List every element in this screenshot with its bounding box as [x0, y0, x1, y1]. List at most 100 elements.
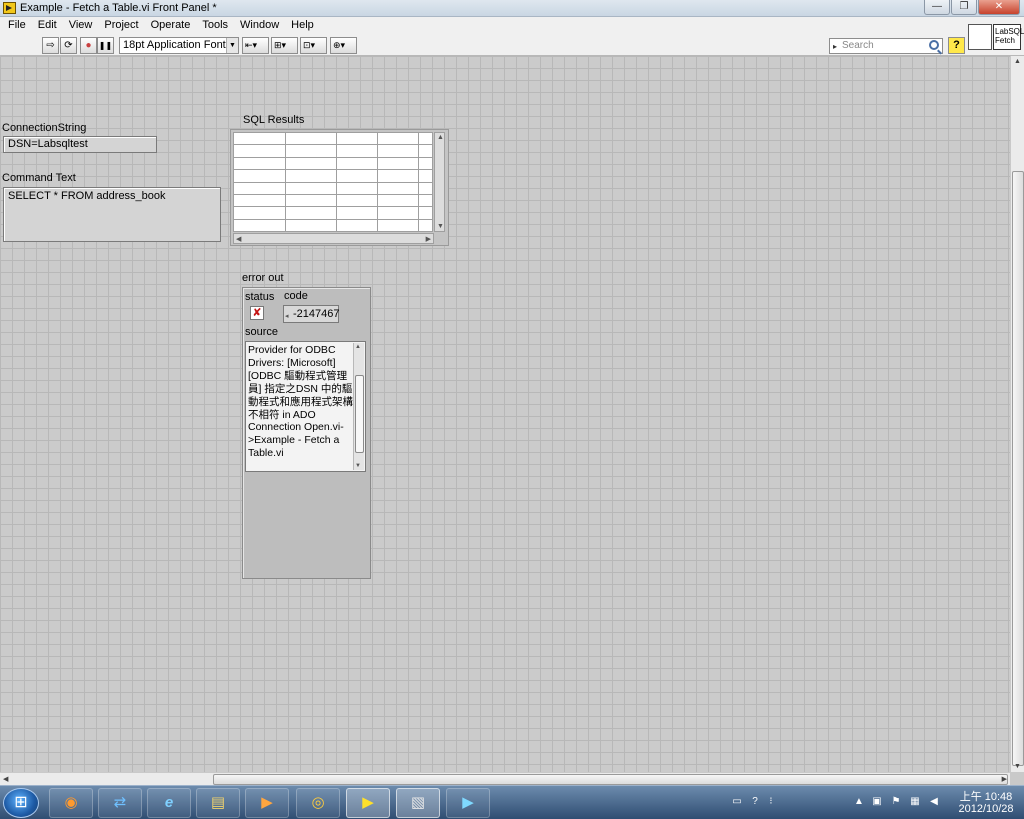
network-icon[interactable]: ▦ [909, 796, 921, 808]
status-label: status [245, 291, 274, 303]
scroll-up-icon[interactable]: ▲ [355, 344, 361, 350]
menu-tools[interactable]: Tools [196, 17, 234, 35]
command-text-label: Command Text [2, 172, 76, 184]
source-scrollbar[interactable]: ▲ ▼ [353, 343, 364, 470]
scroll-left-icon[interactable]: ◀ [236, 235, 241, 243]
volume-icon[interactable]: ◀ [928, 796, 940, 808]
scroll-thumb[interactable] [213, 774, 1008, 785]
font-select[interactable]: 18pt Application Font ▼ [119, 37, 239, 54]
connection-string-label: ConnectionString [2, 122, 86, 134]
scroll-down-icon[interactable]: ▼ [1014, 763, 1021, 770]
taskbar: ⊞ ◉ ⇄ e ▤ ▶ ◎ ▶ ▧ ▶ ▭ ? ⁝ ▲ ▣ ⚑ ▦ ◀ 上午 1… [0, 785, 1024, 819]
search-placeholder: Search [842, 40, 874, 51]
table-vertical-scrollbar[interactable]: ▲ ▼ [434, 132, 445, 232]
show-hidden-icons-icon[interactable]: ▲ [853, 796, 865, 808]
menu-file[interactable]: File [2, 17, 32, 35]
menu-help[interactable]: Help [285, 17, 320, 35]
error-code-field[interactable]: ◂ -2147467 [283, 305, 339, 323]
table-row [234, 194, 433, 206]
search-icon[interactable] [929, 40, 939, 50]
distribute-objects-icon[interactable]: ⊞▾ [271, 37, 298, 54]
table-row [234, 170, 433, 182]
system-tray: ▭ ? ⁝ ▲ ▣ ⚑ ▦ ◀ 上午 10:48 2012/10/28 [725, 786, 1020, 819]
run-continuously-icon[interactable]: ⟳ [60, 37, 77, 54]
clock-date: 2012/10/28 [956, 803, 1016, 815]
taskbar-file-explorer-icon[interactable]: ▤ [196, 788, 240, 818]
window-title: Example - Fetch a Table.vi Front Panel * [20, 2, 217, 14]
minimize-button[interactable]: — [924, 0, 950, 15]
pause-icon[interactable]: ❚❚ [97, 37, 114, 54]
table-horizontal-scrollbar[interactable]: ◀ ▶ [233, 233, 434, 244]
taskbar-chrome-icon[interactable]: ◎ [296, 788, 340, 818]
chevron-down-icon: ▼ [226, 38, 238, 53]
search-input[interactable]: ▸ Search [829, 38, 943, 54]
table-row [234, 157, 433, 169]
clock-time: 上午 10:48 [956, 791, 1016, 803]
error-out-label: error out [242, 272, 284, 284]
source-text-field[interactable]: Provider for ODBC Drivers: [Microsoft][O… [245, 341, 366, 472]
taskbar-labview-document-icon[interactable]: ▧ [396, 788, 440, 818]
menu-window[interactable]: Window [234, 17, 285, 35]
search-options-icon[interactable]: ▸ [833, 40, 837, 54]
error-code-value: -2147467 [293, 308, 340, 320]
scroll-down-icon[interactable]: ▼ [355, 463, 361, 469]
vi-icon[interactable]: LabSQL Fetch [993, 24, 1021, 50]
panel-horizontal-scrollbar[interactable]: ◀ ▶ [0, 772, 1010, 785]
settings-tray-icon[interactable]: ⁝ [765, 796, 777, 808]
connection-string-field[interactable]: DSN=Labsqltest [3, 136, 157, 153]
taskbar-teamviewer-icon[interactable]: ⇄ [98, 788, 142, 818]
sql-results-grid[interactable] [233, 132, 433, 232]
source-label: source [245, 326, 278, 338]
table-row [234, 133, 433, 145]
taskbar-media-player-icon[interactable]: ▶ [446, 788, 490, 818]
menu-edit[interactable]: Edit [32, 17, 63, 35]
start-button[interactable]: ⊞ [3, 788, 39, 818]
front-panel[interactable] [0, 56, 1010, 772]
restore-button[interactable]: ❐ [951, 0, 977, 15]
sql-results-table[interactable]: ▲ ▼ ◀ ▶ [230, 129, 449, 246]
scroll-up-icon[interactable]: ▲ [437, 134, 444, 141]
labview-app-icon[interactable] [3, 2, 16, 14]
scroll-right-icon[interactable]: ▶ [1002, 775, 1007, 783]
help-tray-icon[interactable]: ? [749, 796, 761, 808]
reorder-icon[interactable]: ⊕▾ [330, 37, 357, 54]
close-button[interactable]: ✕ [978, 0, 1020, 15]
taskbar-media-center-icon[interactable]: ▶ [245, 788, 289, 818]
panel-vertical-scrollbar[interactable]: ▲ ▼ [1010, 56, 1024, 772]
context-help-button[interactable]: ? [948, 37, 965, 54]
command-text-field[interactable]: SELECT * FROM address_book [3, 187, 221, 242]
scroll-right-icon[interactable]: ▶ [426, 235, 431, 243]
network-adapter-icon[interactable]: ▣ [871, 796, 883, 808]
resize-objects-icon[interactable]: ⊡▾ [300, 37, 327, 54]
title-bar: Example - Fetch a Table.vi Front Panel *… [0, 0, 1024, 17]
menu-operate[interactable]: Operate [145, 17, 197, 35]
scroll-down-icon[interactable]: ▼ [437, 223, 444, 230]
scroll-up-icon[interactable]: ▲ [1014, 58, 1021, 65]
run-icon[interactable]: ⇨ [42, 37, 59, 54]
menu-bar: File Edit View Project Operate Tools Win… [0, 17, 1024, 35]
taskbar-labview-icon[interactable]: ▶ [346, 788, 390, 818]
table-row [234, 182, 433, 194]
menu-project[interactable]: Project [98, 17, 144, 35]
status-indicator: ✘ [250, 306, 264, 320]
align-objects-icon[interactable]: ⇤▾ [242, 37, 269, 54]
scroll-thumb[interactable] [1012, 171, 1024, 766]
connector-pane-icon[interactable] [968, 24, 992, 50]
source-text: Provider for ODBC Drivers: [Microsoft][O… [248, 344, 354, 460]
table-row [234, 219, 433, 231]
clock[interactable]: 上午 10:48 2012/10/28 [956, 791, 1016, 815]
sql-results-label: SQL Results [243, 114, 304, 126]
font-select-value: 18pt Application Font [123, 39, 226, 51]
taskbar-firefox-icon[interactable]: ◉ [49, 788, 93, 818]
code-label: code [284, 290, 308, 302]
scroll-left-icon[interactable]: ◀ [3, 775, 8, 783]
menu-view[interactable]: View [63, 17, 99, 35]
abort-icon[interactable]: ● [80, 37, 97, 54]
scroll-thumb[interactable] [355, 375, 364, 453]
taskbar-internet-explorer-icon[interactable]: e [147, 788, 191, 818]
keyboard-icon[interactable]: ▭ [731, 796, 743, 808]
table-row [234, 145, 433, 157]
action-center-icon[interactable]: ⚑ [890, 796, 902, 808]
table-row [234, 207, 433, 219]
increment-icon[interactable]: ◂ [285, 309, 289, 325]
